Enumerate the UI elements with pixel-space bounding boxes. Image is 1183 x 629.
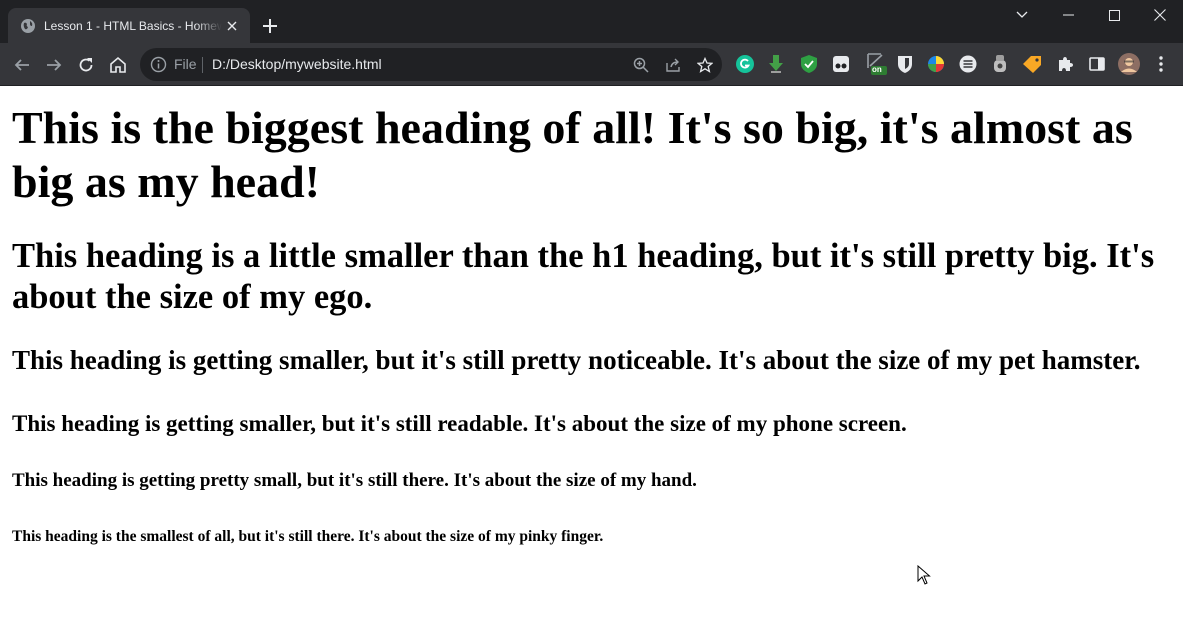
back-button[interactable]	[8, 51, 36, 79]
download-arrow-icon[interactable]	[766, 54, 786, 74]
extension-badge: on	[872, 65, 882, 74]
tab-close-icon[interactable]	[222, 16, 242, 36]
grammarly-icon[interactable]	[735, 54, 755, 74]
maximize-icon	[1108, 9, 1120, 21]
heading-h5: This heading is getting pretty small, bu…	[12, 469, 697, 491]
puzzle-icon[interactable]	[1055, 54, 1075, 74]
mouse-cursor-icon	[917, 565, 931, 585]
address-bar[interactable]: File D:/Desktop/mywebsite.html	[140, 48, 722, 81]
forward-button[interactable]	[40, 51, 68, 79]
bookmark-star-icon[interactable]	[694, 54, 716, 76]
close-window-button[interactable]	[1137, 0, 1183, 30]
url-text[interactable]: D:/Desktop/mywebsite.html	[212, 56, 382, 73]
page-content: This is the biggest heading of all! It's…	[0, 86, 1183, 629]
share-icon[interactable]	[662, 54, 684, 76]
forward-arrow-icon	[47, 59, 62, 71]
tag-icon[interactable]	[1022, 54, 1042, 74]
browser-toolbar: File D:/Desktop/mywebsite.html on	[0, 43, 1183, 86]
site-scheme-label: File	[174, 56, 197, 72]
info-icon[interactable]	[150, 56, 167, 73]
minimize-icon	[1062, 14, 1074, 16]
close-icon	[1154, 9, 1166, 21]
browser-tab[interactable]: Lesson 1 - HTML Basics - Homew	[8, 8, 250, 43]
heading-h2: This heading is a little smaller than th…	[12, 237, 1155, 316]
tab-search-button[interactable]	[999, 0, 1045, 30]
chevron-down-icon	[1016, 11, 1028, 18]
zoom-icon[interactable]	[630, 54, 652, 76]
list-icon[interactable]	[958, 54, 978, 74]
ghostery-icon[interactable]	[831, 54, 851, 74]
title-bar: Lesson 1 - HTML Basics - Homew	[0, 0, 1183, 43]
back-arrow-icon	[14, 59, 29, 71]
bitwarden-icon[interactable]	[895, 54, 915, 74]
plus-icon	[263, 19, 277, 33]
shield-check-icon[interactable]	[799, 54, 819, 74]
new-tab-button[interactable]	[258, 14, 282, 38]
address-divider	[202, 57, 203, 73]
toggle-on-icon[interactable]: on	[865, 51, 889, 75]
maximize-button[interactable]	[1091, 0, 1137, 30]
robot-icon[interactable]	[990, 54, 1010, 74]
reload-icon	[79, 58, 93, 72]
profile-avatar[interactable]	[1117, 52, 1141, 76]
heading-h6: This heading is the smallest of all, but…	[12, 527, 604, 545]
heading-h4: This heading is getting smaller, but it'…	[12, 410, 907, 436]
heading-h1: This is the biggest heading of all! It's…	[12, 102, 1133, 207]
tab-title: Lesson 1 - HTML Basics - Homew	[44, 18, 222, 33]
home-icon	[110, 56, 126, 73]
heading-h3: This heading is getting smaller, but it'…	[12, 345, 1141, 375]
minimize-button[interactable]	[1045, 0, 1091, 30]
globe-icon	[20, 18, 36, 34]
reload-button[interactable]	[72, 51, 100, 79]
color-picker-icon[interactable]	[926, 54, 946, 74]
side-panel-icon[interactable]	[1087, 54, 1107, 74]
home-button[interactable]	[104, 51, 132, 79]
kebab-menu-icon[interactable]	[1151, 54, 1171, 74]
